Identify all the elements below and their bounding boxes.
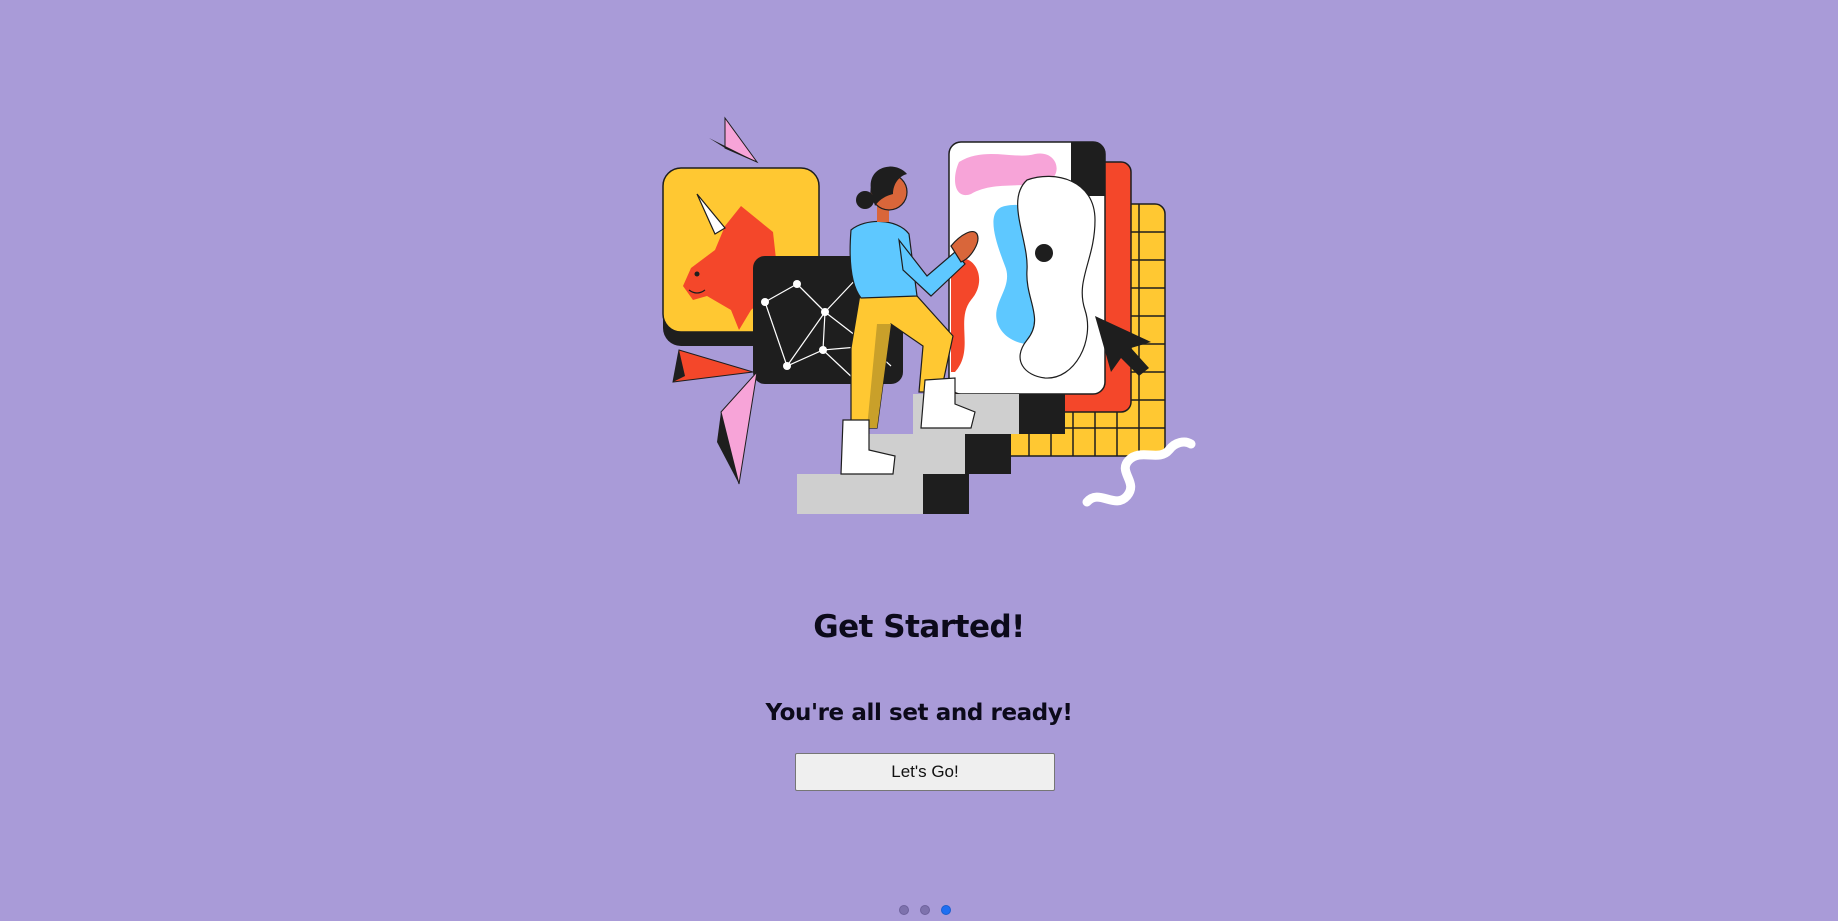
person-climbing-stairs-illustration (662, 116, 1196, 514)
pagination-dot-3[interactable] (941, 905, 951, 915)
page-title: Get Started! (813, 609, 1025, 645)
pagination-dot-1[interactable] (899, 905, 909, 915)
page-subtitle: You're all set and ready! (765, 700, 1073, 726)
pagination-dots (899, 905, 951, 915)
abstract-card-shape (948, 141, 1106, 395)
onboarding-screen: Get Started! You're all set and ready! L… (0, 0, 1838, 921)
lets-go-button[interactable]: Let's Go! (795, 753, 1055, 791)
pagination-dot-2[interactable] (920, 905, 930, 915)
